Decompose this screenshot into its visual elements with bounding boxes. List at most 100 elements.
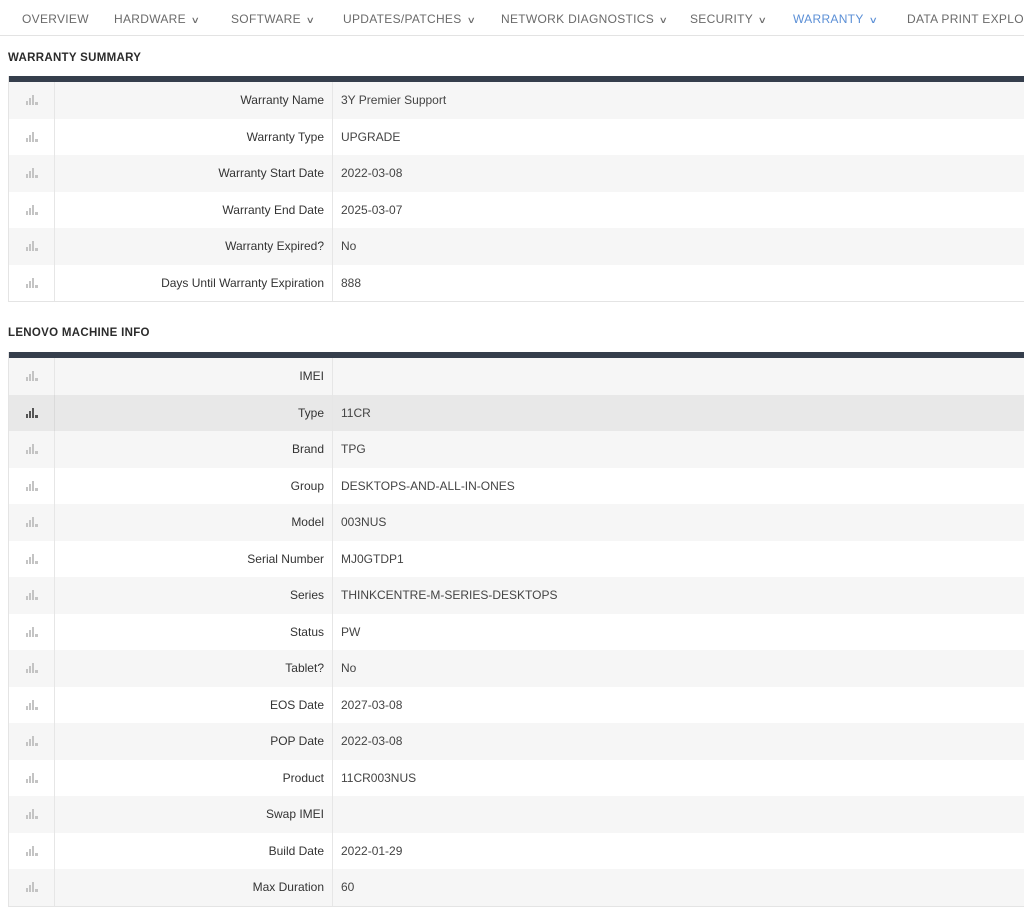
table-row: Warranty Expired? No [9,228,1024,265]
bar-chart-icon [25,772,38,783]
chart-button[interactable] [9,228,55,265]
chart-button[interactable] [9,723,55,760]
chart-button[interactable] [9,358,55,395]
field-label: Group [55,467,333,504]
chart-button[interactable] [9,394,55,431]
field-label: Status [55,613,333,650]
table-row: Serial Number MJ0GTDP1 [9,540,1024,577]
chart-button[interactable] [9,540,55,577]
top-navigation: Overview Hardware ∨ Software ∨ Updates/Pat… [0,0,1024,36]
table-row: Warranty Type UPGRADE [9,118,1024,155]
chart-button[interactable] [9,191,55,228]
bar-chart-icon [25,882,38,893]
chart-button[interactable] [9,650,55,687]
chart-button[interactable] [9,504,55,541]
table-row: Swap IMEI [9,796,1024,833]
field-label: Days Until Warranty Expiration [55,264,333,301]
tab-overview[interactable]: Overview [8,0,103,35]
field-label: IMEI [55,358,333,395]
bar-chart-icon [25,626,38,637]
tab-software[interactable]: Software ∨ [217,0,328,35]
field-value: 11CR [341,405,371,420]
field-label: Build Date [55,832,333,869]
tab-hardware[interactable]: Hardware ∨ [100,0,213,35]
field-label: Type [55,394,333,431]
chart-button[interactable] [9,686,55,723]
bar-chart-icon [25,241,38,252]
table-row: Warranty Name 3Y Premier Support [9,82,1024,119]
chart-button[interactable] [9,869,55,906]
field-value: 2022-01-29 [341,843,403,858]
chevron-down-icon: ∨ [658,15,669,25]
chevron-down-icon: ∨ [868,15,878,25]
bar-chart-icon [25,663,38,674]
field-value: TPG [341,442,366,457]
table-row: Days Until Warranty Expiration 888 [9,264,1024,301]
chart-button[interactable] [9,467,55,504]
chart-button[interactable] [9,118,55,155]
chart-button[interactable] [9,82,55,119]
field-label: Warranty Start Date [55,155,333,192]
field-value: UPGRADE [341,129,401,144]
field-label: Series [55,577,333,614]
bar-chart-icon [25,95,38,106]
chart-button[interactable] [9,431,55,468]
field-label: Brand [55,431,333,468]
field-value: DESKTOPS-AND-ALL-IN-ONES [341,478,515,493]
bar-chart-icon [25,736,38,747]
table-row: Warranty End Date 2025-03-07 [9,191,1024,228]
bar-chart-icon [25,168,38,179]
field-label: Tablet? [55,650,333,687]
field-value: 2022-03-08 [341,166,403,181]
machine-info-table: IMEI Type 11CR Brand TPG Group DESKTOPS-AND-AL… [8,352,1024,907]
field-value: 2027-03-08 [341,697,403,712]
field-value: 2025-03-07 [341,202,403,217]
tab-warranty[interactable]: Warranty ∨ [779,0,891,35]
field-label: Warranty Type [55,118,333,155]
field-value: 60 [341,880,355,895]
field-value: 11CR003NUS [341,770,417,785]
chart-button[interactable] [9,613,55,650]
bar-chart-icon [25,131,38,142]
bar-chart-icon [25,371,38,382]
field-value: 888 [341,275,362,290]
table-row: Model 003NUS [9,504,1024,541]
field-label: Warranty Expired? [55,228,333,265]
field-value: 003NUS [341,515,387,530]
field-label: POP Date [55,723,333,760]
table-row: Build Date 2022-01-29 [9,832,1024,869]
bar-chart-icon [25,553,38,564]
field-value: MJ0GTDP1 [341,551,404,566]
bar-chart-icon [25,407,38,418]
chevron-down-icon: ∨ [190,15,201,25]
table-row: Brand TPG [9,431,1024,468]
field-label: Model [55,504,333,541]
chart-button[interactable] [9,155,55,192]
field-label: Serial Number [55,540,333,577]
bar-chart-icon [25,590,38,601]
field-label: Warranty Name [55,82,333,119]
tab-data-print-explorer[interactable]: Data Print Explor [893,0,1024,35]
table-row: Series THINKCENTRE-M-SERIES-DESKTOPS [9,577,1024,614]
table-row: Type 11CR [9,394,1024,431]
bar-chart-icon [25,845,38,856]
chart-button[interactable] [9,577,55,614]
bar-chart-icon [25,517,38,528]
chart-button[interactable] [9,796,55,833]
chart-button[interactable] [9,264,55,301]
field-label: EOS Date [55,686,333,723]
table-row: Warranty Start Date 2022-03-08 [9,155,1024,192]
warranty-summary-title: Warranty Summary [8,52,142,64]
tab-updates-patches[interactable]: Updates/Patches ∨ [329,0,488,35]
bar-chart-icon [25,277,38,288]
tab-network-diagnostics[interactable]: Network Diagnostics ∨ [487,0,681,35]
chart-button[interactable] [9,832,55,869]
field-label: Warranty End Date [55,191,333,228]
table-row: Product 11CR003NUS [9,759,1024,796]
field-value: PW [341,624,361,639]
chart-button[interactable] [9,759,55,796]
tab-security[interactable]: Security ∨ [676,0,780,35]
field-label: Swap IMEI [55,796,333,833]
table-row: EOS Date 2027-03-08 [9,686,1024,723]
bar-chart-icon [25,204,38,215]
